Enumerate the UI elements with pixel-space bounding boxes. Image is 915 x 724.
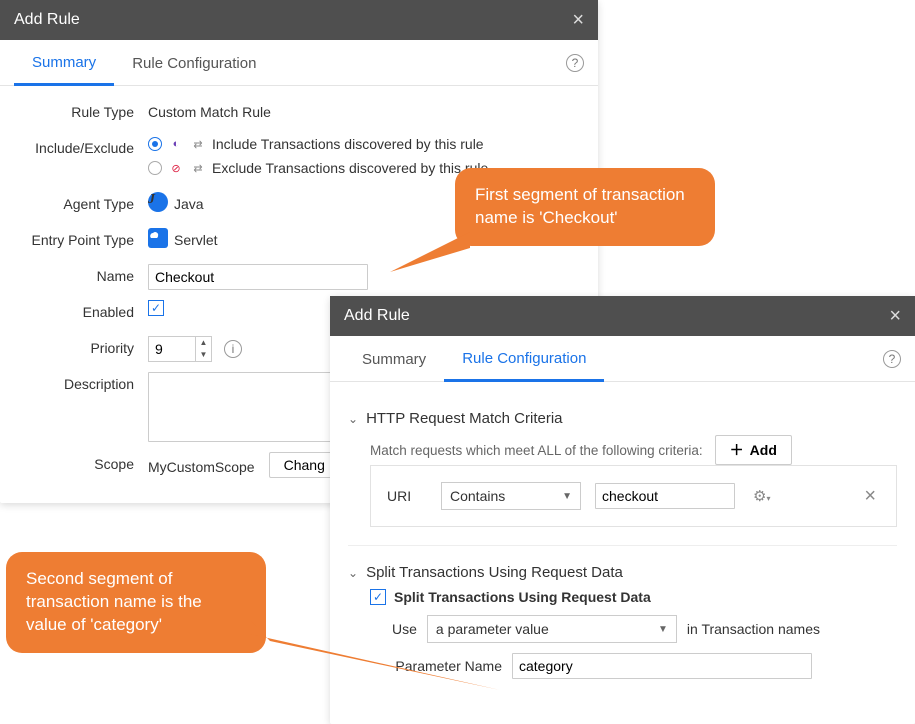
chevron-down-icon[interactable]: ▼ — [196, 349, 211, 361]
add-btn-label: Add — [750, 442, 777, 458]
arrows-icon: ⇄ — [190, 136, 206, 152]
label-scope: Scope — [18, 452, 148, 472]
help-icon[interactable]: ? — [883, 350, 901, 368]
label-entry-point-type: Entry Point Type — [18, 228, 148, 248]
tabs: Summary Rule Configuration ? — [0, 40, 598, 86]
uri-value-input[interactable] — [595, 483, 735, 509]
label-priority: Priority — [18, 336, 148, 356]
config-body: ⌄ HTTP Request Match Criteria Match requ… — [330, 382, 915, 703]
use-label: Use — [392, 621, 417, 637]
chevron-up-icon[interactable]: ▲ — [196, 337, 211, 349]
http-criteria-heading: HTTP Request Match Criteria — [366, 410, 562, 427]
divider — [348, 545, 897, 546]
include-icon: ◐ — [168, 136, 184, 152]
close-icon[interactable]: × — [889, 306, 901, 326]
section-http-criteria[interactable]: ⌄ HTTP Request Match Criteria — [348, 410, 897, 427]
use-suffix: in Transaction names — [687, 621, 820, 637]
dialog-title: Add Rule — [344, 307, 410, 325]
label-agent-type: Agent Type — [18, 192, 148, 212]
tabs: Summary Rule Configuration ? — [330, 336, 915, 382]
enabled-checkbox[interactable]: ✓ — [148, 300, 164, 316]
name-input[interactable] — [148, 264, 368, 290]
tab-rule-configuration[interactable]: Rule Configuration — [114, 41, 274, 84]
tab-summary[interactable]: Summary — [344, 337, 444, 380]
callout-second-segment: Second segment of transaction name is th… — [6, 552, 266, 653]
dialog-header: Add Rule × — [0, 0, 598, 40]
use-select[interactable]: a parameter value ▼ — [427, 615, 677, 643]
label-name: Name — [18, 264, 148, 284]
exclude-text: Exclude Transactions discovered by this … — [212, 160, 488, 176]
split-checkbox-label: Split Transactions Using Request Data — [394, 589, 651, 605]
uri-label: URI — [387, 488, 427, 504]
servlet-icon — [148, 228, 168, 248]
http-hint: Match requests which meet ALL of the fol… — [370, 443, 703, 458]
remove-criteria-icon[interactable]: × — [860, 485, 880, 508]
tab-summary[interactable]: Summary — [14, 40, 114, 86]
exclude-icon: ⊘ — [168, 160, 184, 176]
add-rule-dialog-config: Add Rule × Summary Rule Configuration ? … — [330, 296, 915, 724]
include-text: Include Transactions discovered by this … — [212, 136, 484, 152]
plus-icon: ＋ — [730, 440, 744, 460]
split-heading: Split Transactions Using Request Data — [366, 564, 623, 581]
split-checkbox[interactable]: ✓ — [370, 589, 386, 605]
radio-exclude[interactable] — [148, 161, 162, 175]
chevron-down-icon: ▼ — [562, 491, 572, 502]
help-icon[interactable]: ? — [566, 54, 584, 72]
section-split-transactions[interactable]: ⌄ Split Transactions Using Request Data — [348, 564, 897, 581]
condition-value: Contains — [450, 488, 505, 504]
add-criteria-button[interactable]: ＋ Add — [715, 435, 792, 465]
dialog-title: Add Rule — [14, 11, 80, 29]
tab-rule-configuration[interactable]: Rule Configuration — [444, 336, 604, 382]
priority-input[interactable] — [149, 337, 195, 361]
value-scope: MyCustomScope — [148, 455, 255, 475]
label-include-exclude: Include/Exclude — [18, 136, 148, 156]
chevron-down-icon: ⌄ — [348, 566, 358, 580]
close-icon[interactable]: × — [572, 10, 584, 30]
dialog-header: Add Rule × — [330, 296, 915, 336]
priority-stepper[interactable]: ▲▼ — [148, 336, 212, 362]
value-agent-type: Java — [174, 192, 204, 212]
label-enabled: Enabled — [18, 300, 148, 320]
condition-select[interactable]: Contains ▼ — [441, 482, 581, 510]
arrows-icon: ⇄ — [190, 160, 206, 176]
use-value: a parameter value — [436, 621, 549, 637]
priority-help-icon[interactable]: i — [224, 340, 242, 358]
value-rule-type: Custom Match Rule — [148, 100, 580, 120]
gear-icon[interactable]: ⚙▾ — [749, 487, 774, 505]
criteria-row: URI Contains ▼ ⚙▾ × — [370, 465, 897, 527]
param-name-input[interactable] — [512, 653, 812, 679]
label-description: Description — [18, 372, 148, 392]
radio-include[interactable] — [148, 137, 162, 151]
chevron-down-icon: ⌄ — [348, 412, 358, 426]
java-icon: J — [148, 192, 168, 212]
param-name-label: Parameter Name — [392, 658, 502, 674]
value-entry-point-type: Servlet — [174, 228, 218, 248]
label-rule-type: Rule Type — [18, 100, 148, 120]
callout-first-segment: First segment of transaction name is 'Ch… — [455, 168, 715, 246]
chevron-down-icon: ▼ — [658, 624, 668, 635]
